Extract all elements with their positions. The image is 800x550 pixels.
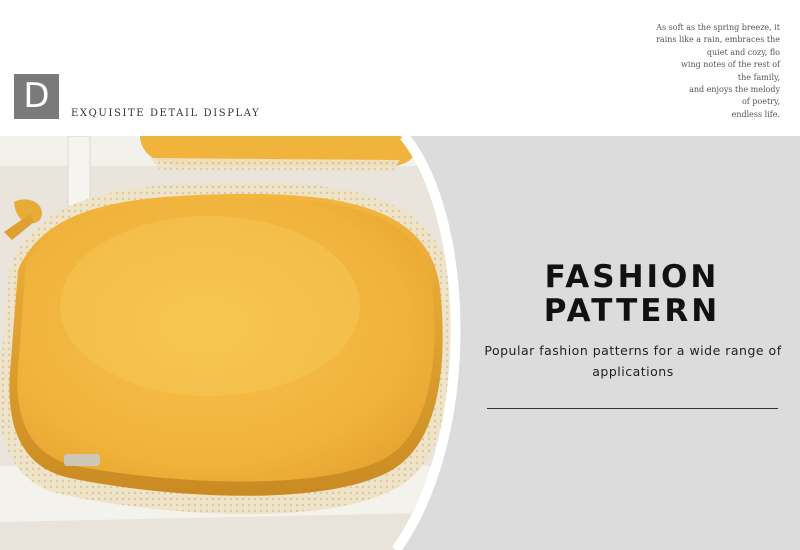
- feature-title-line1: FASHION: [544, 259, 720, 295]
- feature-title: FASHION PATTERN: [484, 260, 780, 328]
- section-letter-badge: D: [14, 74, 59, 119]
- poem-line: quiet and cozy, flo: [706, 47, 780, 57]
- divider-line: [487, 408, 778, 409]
- feature-title-line2: PATTERN: [543, 293, 721, 329]
- section-label: EXQUISITE DETAIL DISPLAY: [71, 108, 261, 119]
- poem-line: and enjoys the melody: [689, 85, 780, 95]
- poem-line: the family,: [737, 72, 780, 82]
- header-band: D EXQUISITE DETAIL DISPLAY As soft as th…: [0, 0, 800, 136]
- poem-line: As soft as the spring breeze, it: [656, 23, 780, 32]
- poem-line: endless life.: [731, 109, 780, 119]
- poem-text: As soft as the spring breeze, it rains l…: [610, 22, 780, 121]
- poem-line: rains like a rain, embraces the: [656, 35, 780, 45]
- poem-line: wing notes of the rest of: [681, 60, 780, 70]
- feature-panel: FASHION PATTERN Popular fashion patterns…: [0, 136, 800, 550]
- feature-description: Popular fashion patterns for a wide rang…: [484, 343, 782, 379]
- poem-line: of poetry,: [741, 97, 780, 107]
